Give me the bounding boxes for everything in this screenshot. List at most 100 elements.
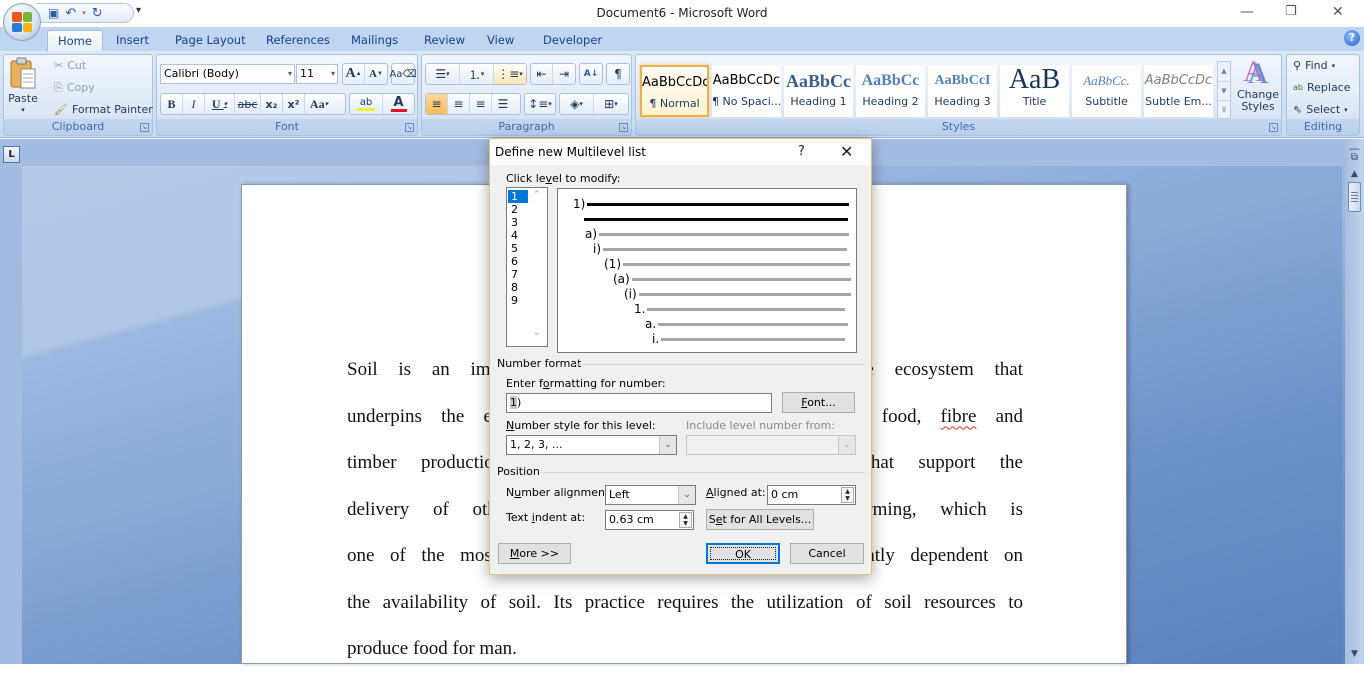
tab-references[interactable]: References (256, 30, 340, 51)
line-spacing-button[interactable]: ↕≡ ▾ (524, 93, 556, 115)
clipboard-launcher-icon[interactable]: ↘ (140, 123, 149, 132)
redo-icon[interactable]: ↻ (92, 7, 103, 20)
style-heading-2[interactable]: AaBbCc Heading 2 (856, 65, 925, 117)
format-painter-button[interactable]: 🖌 Format Painter (54, 103, 153, 116)
style-heading-3[interactable]: AaBbCcI Heading 3 (928, 65, 997, 117)
vertical-scrollbar[interactable]: — ⧉ ▲ ▼ (1345, 139, 1364, 664)
tab-mailings[interactable]: Mailings (341, 30, 408, 51)
view-ruler-icon[interactable]: ⧉ (1348, 152, 1361, 163)
highlight-button[interactable]: ab (350, 94, 383, 114)
style-heading-1[interactable]: AaBbCc Heading 1 (784, 65, 853, 117)
spinner-icon[interactable]: ▲ ▼ (841, 487, 854, 503)
paragraph-launcher-icon[interactable]: ↘ (619, 123, 628, 132)
level-item[interactable]: 8 (508, 281, 528, 294)
superscript-button[interactable]: x² (283, 94, 305, 114)
level-item[interactable]: 7 (508, 268, 528, 281)
font-name-combo[interactable]: Calibri (Body) ▾ (160, 64, 295, 84)
tab-insert[interactable]: Insert (106, 30, 159, 51)
change-styles-button[interactable]: A Change Styles (1236, 59, 1280, 113)
restore-button[interactable]: ❐ (1285, 4, 1297, 19)
level-item[interactable]: 9 (508, 294, 528, 307)
styles-launcher-icon[interactable]: ↘ (1269, 123, 1278, 132)
undo-icon[interactable]: ↶ (65, 7, 76, 20)
scroll-down-icon[interactable]: ▼ (1348, 649, 1361, 659)
listbox-scroll-down-icon[interactable]: ⌄ (533, 328, 541, 338)
style-subtitle[interactable]: AaBbCc. Subtitle (1072, 65, 1141, 117)
tab-home[interactable]: Home (47, 30, 103, 51)
tab-view[interactable]: View (477, 30, 524, 51)
bold-button[interactable]: B (161, 94, 183, 114)
more-button[interactable]: More >> (498, 543, 571, 564)
office-button[interactable] (3, 3, 41, 41)
font-color-button[interactable]: A (383, 94, 414, 114)
underline-button[interactable]: U ▾ (205, 94, 235, 114)
align-left-button[interactable]: ≡ (426, 94, 448, 114)
font-size-combo[interactable]: 11 ▾ (296, 64, 338, 84)
customize-qat-icon[interactable]: ▾ (136, 5, 141, 16)
increase-indent-button[interactable]: ⇥ (553, 64, 575, 84)
gallery-down-icon[interactable]: ▼ (1218, 81, 1230, 100)
number-alignment-select[interactable]: Left ⌄ (605, 485, 696, 505)
shrink-font-button[interactable]: A ▼ (365, 64, 387, 84)
level-item[interactable]: 5 (508, 242, 528, 255)
tab-page-layout[interactable]: Page Layout (165, 30, 256, 51)
aligned-at-input[interactable]: 0 cm ▲ ▼ (767, 485, 856, 505)
text-indent-input[interactable]: 0.63 cm ▲ ▼ (605, 510, 694, 530)
gallery-up-icon[interactable]: ▲ (1218, 62, 1230, 81)
bullets-button[interactable]: ☰ ▾ (426, 64, 460, 84)
include-level-select[interactable]: ⌄ (686, 435, 856, 455)
level-item[interactable]: 1 (508, 190, 528, 203)
dialog-help-button[interactable]: ? (798, 144, 805, 159)
subscript-button[interactable]: x₂ (261, 94, 283, 114)
show-hide-button[interactable]: ¶ (606, 63, 630, 85)
sort-button[interactable]: A↓ (579, 63, 603, 85)
misspelled-word[interactable]: fibre (941, 406, 977, 427)
styles-gallery-scroll[interactable]: ▲ ▼ ⊽ (1217, 61, 1231, 119)
replace-button[interactable]: ab Replace (1293, 81, 1351, 94)
cancel-button[interactable]: Cancel (790, 543, 864, 564)
level-item[interactable]: 4 (508, 229, 528, 242)
italic-button[interactable]: I (183, 94, 205, 114)
grow-font-button[interactable]: A ▲ (343, 64, 365, 84)
tab-review[interactable]: Review (414, 30, 475, 51)
font-launcher-icon[interactable]: ↘ (405, 123, 414, 132)
dialog-close-button[interactable]: ✕ (840, 142, 853, 161)
shading-button[interactable]: ◈ ▾ (560, 94, 594, 114)
copy-button[interactable]: ⎘ Copy (54, 81, 95, 94)
style-no-spacing[interactable]: AaBbCcDc ¶ No Spaci... (712, 65, 781, 117)
gallery-more-icon[interactable]: ⊽ (1218, 100, 1230, 118)
borders-button[interactable]: ⊞ ▾ (594, 94, 628, 114)
level-item[interactable]: 6 (508, 255, 528, 268)
undo-dropdown-icon[interactable]: ▾ (82, 9, 86, 17)
multilevel-list-button[interactable]: ⋮≡ ▾ (494, 64, 526, 84)
ok-button[interactable]: OK (706, 543, 780, 564)
style-subtle-emphasis[interactable]: AaBbCcDc Subtle Em... (1144, 65, 1213, 117)
style-title[interactable]: AaB Title (1000, 65, 1069, 117)
find-button[interactable]: ⚲ Find ▾ (1293, 59, 1335, 72)
help-icon[interactable]: ? (1344, 30, 1360, 46)
listbox-scroll-up-icon[interactable]: ⌃ (533, 190, 541, 200)
strikethrough-button[interactable]: abc (235, 94, 261, 114)
save-icon[interactable]: ▣ (48, 7, 59, 19)
numbering-button[interactable]: ⒈ ▾ (460, 64, 494, 84)
font-button[interactable]: Font... (782, 392, 855, 413)
level-item[interactable]: 3 (508, 216, 528, 229)
set-for-all-levels-button[interactable]: Set for All Levels... (706, 509, 814, 530)
cut-button[interactable]: ✂ Cut (54, 59, 86, 72)
level-item[interactable]: 2 (508, 203, 528, 216)
number-style-select[interactable]: 1, 2, 3, ... ⌄ (506, 435, 677, 455)
minimize-button[interactable]: — (1240, 4, 1254, 20)
number-format-input[interactable]: 1) (506, 393, 772, 413)
clear-formatting-button[interactable]: Aa⌫ (389, 63, 417, 85)
justify-button[interactable]: ☰ (492, 94, 514, 114)
select-button[interactable]: ⇖ Select ▾ (1293, 103, 1348, 116)
decrease-indent-button[interactable]: ⇤ (531, 64, 553, 84)
paste-button[interactable]: Paste ▾ (8, 57, 38, 114)
change-case-button[interactable]: Aa ▾ (305, 94, 333, 114)
scroll-up-icon[interactable]: ▲ (1348, 169, 1361, 179)
spinner-icon[interactable]: ▲ ▼ (679, 512, 692, 528)
align-center-button[interactable]: ≡ (448, 94, 470, 114)
style-normal[interactable]: AaBbCcDc ¶ Normal (640, 65, 709, 117)
close-button[interactable]: ✕ (1332, 4, 1344, 20)
level-listbox[interactable]: 1 2 3 4 5 6 7 8 9 ⌃ ⌄ (506, 187, 548, 347)
